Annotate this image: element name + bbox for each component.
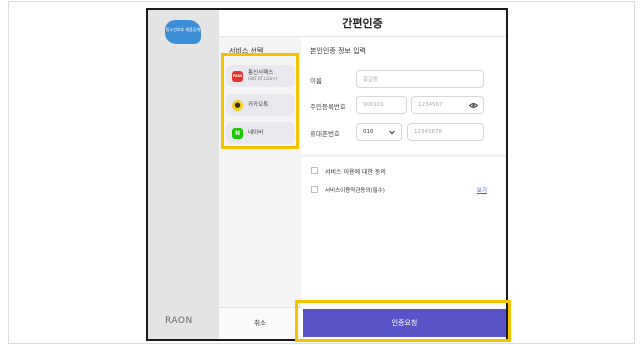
terms-label: 서비스이용약관동의(필수) [325, 188, 385, 194]
service-item-pass[interactable]: PASS 통신사패스 (SKT,KT,LGU+) [226, 65, 295, 87]
section-divider [301, 154, 506, 157]
service-title: 서비스 선택 [229, 47, 264, 55]
brand-sidebar: 청소년보호 재품공계 RAON [148, 10, 219, 339]
raon-brand: RAON [165, 316, 193, 326]
service-name: 카카오톡 [248, 101, 269, 108]
chevron-down-icon [389, 130, 395, 135]
rrn-label: 주민등록번호 [310, 103, 346, 111]
service-sub: (SKT,KT,LGU+) [248, 76, 278, 81]
service-label: 통신사패스 (SKT,KT,LGU+) [248, 70, 277, 83]
naver-icon: N [232, 127, 243, 139]
logo-text: 청소년보호 재품공계 [165, 27, 201, 32]
carrier-value: 010 [363, 129, 374, 135]
kakao-icon: ● [232, 99, 243, 111]
confirm-button[interactable]: 인증요청 [303, 309, 506, 337]
phone-label: 휴대폰번호 [310, 130, 340, 138]
identity-form: 본인인증 정보 입력 이름 홍길동 주민등록번호 900101 1234567 … [301, 37, 506, 339]
name-input[interactable]: 홍길동 [356, 70, 484, 88]
form-title: 본인인증 정보 입력 [310, 47, 366, 55]
name-label: 이름 [310, 77, 322, 85]
service-item-kakao[interactable]: ● 카카오톡 [226, 94, 295, 116]
eye-icon[interactable] [469, 102, 478, 109]
view-terms-link[interactable]: 보기 [477, 186, 487, 194]
rrn-back-input[interactable]: 1234567 [411, 96, 484, 114]
org-logo: 청소년보호 재품공계 [165, 20, 201, 44]
modal-title: 간편인증 [219, 10, 506, 37]
auth-modal: 청소년보호 재품공계 RAON 간편인증 서비스 선택 PASS 통신사패스 (… [146, 8, 508, 341]
agree-all-checkbox[interactable] [311, 167, 318, 174]
rrn-back-placeholder: 1234567 [418, 102, 443, 108]
service-name: 네이버 [248, 129, 264, 136]
agree-all-label: 서비스 이용에 대한 동의 [325, 169, 386, 176]
phone-input[interactable]: 12345678 [407, 123, 484, 141]
terms-checkbox[interactable] [311, 186, 318, 193]
service-column: 서비스 선택 PASS 통신사패스 (SKT,KT,LGU+) ● 카카오톡 N… [219, 37, 301, 339]
cancel-button[interactable]: 취소 [219, 307, 301, 339]
pass-icon: PASS [232, 70, 243, 82]
carrier-select[interactable]: 010 [356, 123, 402, 141]
service-name: 통신사패스 [248, 69, 274, 76]
service-item-naver[interactable]: N 네이버 [226, 122, 295, 144]
rrn-front-input[interactable]: 900101 [356, 96, 407, 114]
